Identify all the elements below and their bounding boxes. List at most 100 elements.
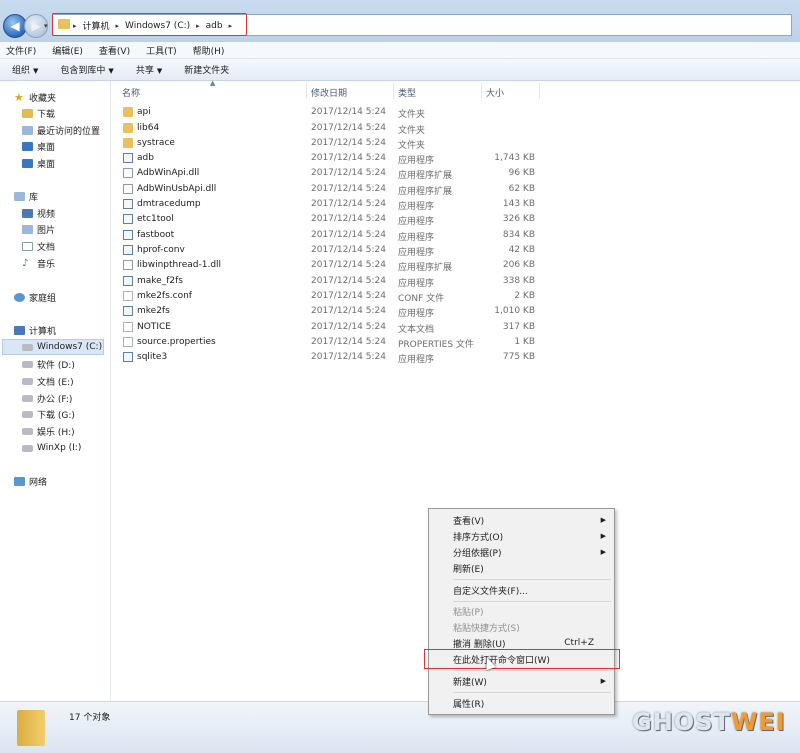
menu-item-properties[interactable]: 属性(R)	[453, 696, 608, 710]
organize-button[interactable]: 组织 ▼	[12, 63, 38, 76]
table-row[interactable]: sqlite3 2017/12/14 5:24 应用程序 775 KB	[111, 350, 541, 365]
table-row[interactable]: api 2017/12/14 5:24 文件夹	[111, 105, 541, 120]
menu-item-label: 粘贴(P)	[453, 607, 484, 618]
menu-tools[interactable]: 工具(T)	[146, 44, 177, 57]
menu-item-refresh[interactable]: 刷新(E)	[453, 561, 608, 575]
file-name: lib64	[137, 123, 160, 133]
menu-item-group[interactable]: 分组依据(P) ▶	[453, 545, 608, 559]
sidebar-item-recent[interactable]: 最近访问的位置	[22, 123, 100, 137]
command-bar: 组织 ▼ 包含到库中 ▼ 共享 ▼ 新建文件夹	[0, 59, 800, 81]
sidebar-homegroup[interactable]: 家庭组	[14, 290, 56, 304]
sidebar-item-downloads[interactable]: 下载	[22, 106, 55, 120]
sidebar-item-music[interactable]: ♪ 音乐	[22, 256, 55, 270]
menu-file[interactable]: 文件(F)	[6, 44, 36, 57]
column-divider[interactable]	[539, 83, 540, 99]
file-type: 应用程序	[398, 233, 435, 243]
column-header-size[interactable]: 大小	[486, 86, 504, 99]
column-header-date[interactable]: 修改日期	[311, 86, 347, 99]
desktop-icon	[22, 158, 33, 168]
file-type: 应用程序	[398, 279, 435, 289]
sidebar-item-documents[interactable]: 文档	[22, 239, 55, 253]
sidebar-item-drive-i[interactable]: WinXp (I:)	[22, 441, 81, 455]
star-icon: ★	[14, 90, 24, 104]
file-type: 应用程序扩展	[398, 263, 453, 273]
table-row[interactable]: fastboot 2017/12/14 5:24 应用程序 834 KB	[111, 228, 541, 243]
navigation-pane[interactable]: ★ 收藏夹 下载 最近访问的位置 桌面 桌面 库 视频 图片 文档 ♪ 音乐 家…	[0, 81, 111, 701]
menu-item-new[interactable]: 新建(W) ▶	[453, 674, 608, 688]
sidebar-item-drive-d[interactable]: 软件 (D:)	[22, 357, 75, 371]
menu-view[interactable]: 查看(V)	[99, 44, 130, 57]
table-row[interactable]: hprof-conv 2017/12/14 5:24 应用程序 42 KB	[111, 243, 541, 258]
sidebar-item-drive-c[interactable]: Windows7 (C:)	[22, 340, 102, 354]
file-icon	[123, 291, 133, 301]
table-row[interactable]: make_f2fs 2017/12/14 5:24 应用程序 338 KB	[111, 274, 541, 289]
file-type: 应用程序	[398, 248, 435, 258]
sidebar-item-videos[interactable]: 视频	[22, 206, 55, 220]
menu-item-view[interactable]: 查看(V) ▶	[453, 513, 608, 527]
table-row[interactable]: libwinpthread-1.dll 2017/12/14 5:24 应用程序扩展…	[111, 258, 541, 273]
file-date: 2017/12/14 5:24	[311, 214, 386, 224]
sidebar-computer[interactable]: 计算机	[14, 323, 56, 337]
menu-item-paste-shortcut[interactable]: 粘贴快捷方式(S)	[453, 620, 608, 634]
sidebar-label: 库	[29, 192, 39, 203]
sidebar-label: 文档	[37, 242, 56, 253]
file-size: 326 KB	[502, 214, 535, 224]
menu-item-paste[interactable]: 粘贴(P)	[453, 604, 608, 618]
chevron-down-icon: ▼	[33, 67, 39, 75]
file-date: 2017/12/14 5:24	[311, 230, 386, 240]
file-type: 文件夹	[398, 126, 426, 136]
table-row[interactable]: AdbWinUsbApi.dll 2017/12/14 5:24 应用程序扩展 62 …	[111, 182, 541, 197]
file-type: 文件夹	[398, 141, 426, 151]
table-row[interactable]: etc1tool 2017/12/14 5:24 应用程序 326 KB	[111, 212, 541, 227]
sidebar-favorites[interactable]: ★ 收藏夹	[14, 90, 56, 104]
new-folder-button[interactable]: 新建文件夹	[184, 63, 229, 76]
file-date: 2017/12/14 5:24	[311, 123, 386, 133]
sidebar-item-desktop[interactable]: 桌面	[22, 139, 55, 153]
sidebar-item-drive-e[interactable]: 文档 (E:)	[22, 374, 74, 388]
menu-help[interactable]: 帮助(H)	[193, 44, 225, 57]
watermark-logo: GHOSTWEI	[632, 708, 786, 736]
file-date: 2017/12/14 5:24	[311, 306, 386, 316]
sidebar-item-pictures[interactable]: 图片	[22, 222, 55, 236]
file-size: 2 KB	[514, 291, 535, 301]
share-button[interactable]: 共享 ▼	[136, 63, 162, 76]
sidebar-item-drive-h[interactable]: 娱乐 (H:)	[22, 424, 75, 438]
menu-item-label: 分组依据(P)	[453, 548, 502, 559]
table-row[interactable]: lib64 2017/12/14 5:24 文件夹	[111, 121, 541, 136]
menu-edit[interactable]: 编辑(E)	[52, 44, 83, 57]
file-name: etc1tool	[137, 214, 174, 224]
include-library-button[interactable]: 包含到库中 ▼	[60, 63, 113, 76]
application-icon	[123, 352, 133, 362]
table-row[interactable]: AdbWinApi.dll 2017/12/14 5:24 应用程序扩展 96 KB	[111, 166, 541, 181]
column-divider[interactable]	[481, 83, 482, 99]
file-name: source.properties	[137, 337, 216, 347]
table-row[interactable]: mke2fs 2017/12/14 5:24 应用程序 1,010 KB	[111, 304, 541, 319]
sidebar-libraries[interactable]: 库	[14, 189, 38, 203]
sidebar-item-desktop-2[interactable]: 桌面	[22, 156, 55, 170]
sidebar-item-drive-g[interactable]: 下载 (G:)	[22, 407, 75, 421]
table-row[interactable]: systrace 2017/12/14 5:24 文件夹	[111, 136, 541, 151]
menu-item-sort[interactable]: 排序方式(O) ▶	[453, 529, 608, 543]
menu-item-undo-delete[interactable]: 撤消 删除(U) Ctrl+Z	[453, 636, 608, 650]
column-divider[interactable]	[306, 83, 307, 99]
sidebar-network[interactable]: 网络	[14, 474, 47, 488]
column-divider[interactable]	[393, 83, 394, 99]
sidebar-item-drive-f[interactable]: 办公 (F:)	[22, 391, 72, 405]
history-dropdown-icon[interactable]: ▾	[44, 22, 48, 30]
file-type: 应用程序	[398, 202, 435, 212]
sidebar-label: WinXp (I:)	[37, 443, 82, 453]
drive-icon	[22, 427, 33, 435]
menu-item-customize[interactable]: 自定义文件夹(F)...	[453, 583, 608, 597]
file-icon	[123, 337, 133, 347]
table-row[interactable]: adb 2017/12/14 5:24 应用程序 1,743 KB	[111, 151, 541, 166]
table-row[interactable]: NOTICE 2017/12/14 5:24 文本文档 317 KB	[111, 320, 541, 335]
table-row[interactable]: source.properties 2017/12/14 5:24 PROPERTI…	[111, 335, 541, 350]
table-row[interactable]: mke2fs.conf 2017/12/14 5:24 CONF 文件 2 KB	[111, 289, 541, 304]
column-header-name[interactable]: 名称	[122, 86, 140, 99]
library-icon	[14, 191, 25, 201]
file-name: AdbWinUsbApi.dll	[137, 184, 217, 194]
context-menu: 查看(V) ▶ 排序方式(O) ▶ 分组依据(P) ▶ 刷新(E) 自定义文件夹(F)…	[428, 508, 615, 715]
column-header-type[interactable]: 类型	[398, 86, 416, 99]
table-row[interactable]: dmtracedump 2017/12/14 5:24 应用程序 143 KB	[111, 197, 541, 212]
file-name: systrace	[137, 138, 175, 148]
